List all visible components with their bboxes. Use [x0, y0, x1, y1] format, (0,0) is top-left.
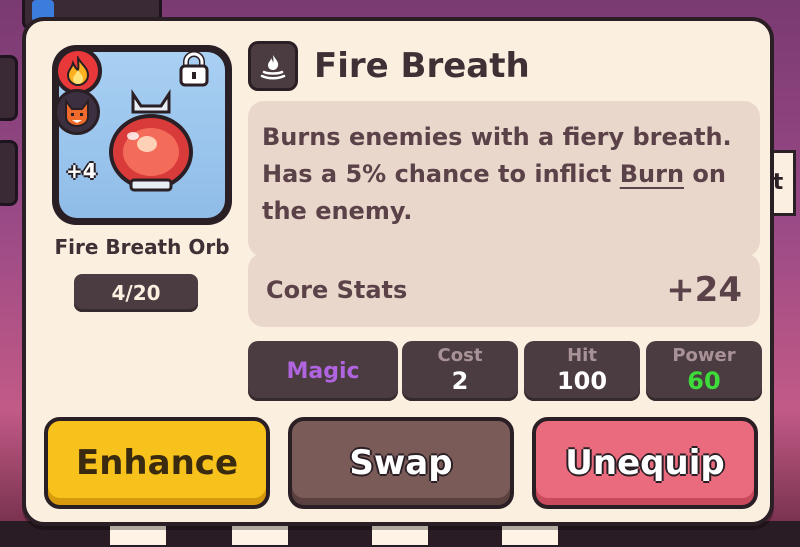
fire-element-icon: [54, 47, 102, 95]
skill-type-label: Magic: [286, 358, 360, 384]
skill-title: Fire Breath: [314, 46, 530, 86]
power-value: 60: [687, 367, 721, 395]
lock-icon[interactable]: [176, 51, 212, 87]
hit-value: 100: [556, 367, 608, 395]
background-side-tab-left: [0, 55, 18, 121]
swap-button[interactable]: Swap: [288, 417, 514, 509]
red-orb-icon: [109, 89, 193, 192]
core-stats-row: Core Stats +24: [248, 253, 760, 327]
core-stats-value: +24: [666, 270, 742, 310]
skill-description: Burns enemies with a fiery breath. Has a…: [248, 101, 760, 257]
background-side-tab-left-2: [0, 140, 18, 206]
item-plus-level: +4: [66, 159, 97, 183]
burn-status-link[interactable]: Burn: [620, 160, 684, 188]
skill-type-badge: Magic: [248, 341, 398, 401]
item-name: Fire Breath Orb: [54, 235, 230, 259]
skill-detail-card: +4 Fire Breath Orb 4/20 Fire Breath Burn…: [22, 17, 774, 526]
hit-stat: Hit 100: [524, 341, 640, 401]
cost-label: Cost: [437, 345, 483, 366]
power-label: Power: [672, 345, 736, 366]
enhance-button[interactable]: Enhance: [44, 417, 270, 509]
hit-label: Hit: [567, 345, 597, 366]
cost-stat: Cost 2: [402, 341, 518, 401]
fire-breath-skill-icon: [248, 41, 298, 91]
core-stats-label: Core Stats: [266, 276, 408, 304]
power-stat: Power 60: [646, 341, 762, 401]
cost-value: 2: [451, 367, 469, 395]
fox-pet-icon: [54, 89, 100, 135]
item-level-progress: 4/20: [74, 274, 198, 312]
unequip-button[interactable]: Unequip: [532, 417, 758, 509]
